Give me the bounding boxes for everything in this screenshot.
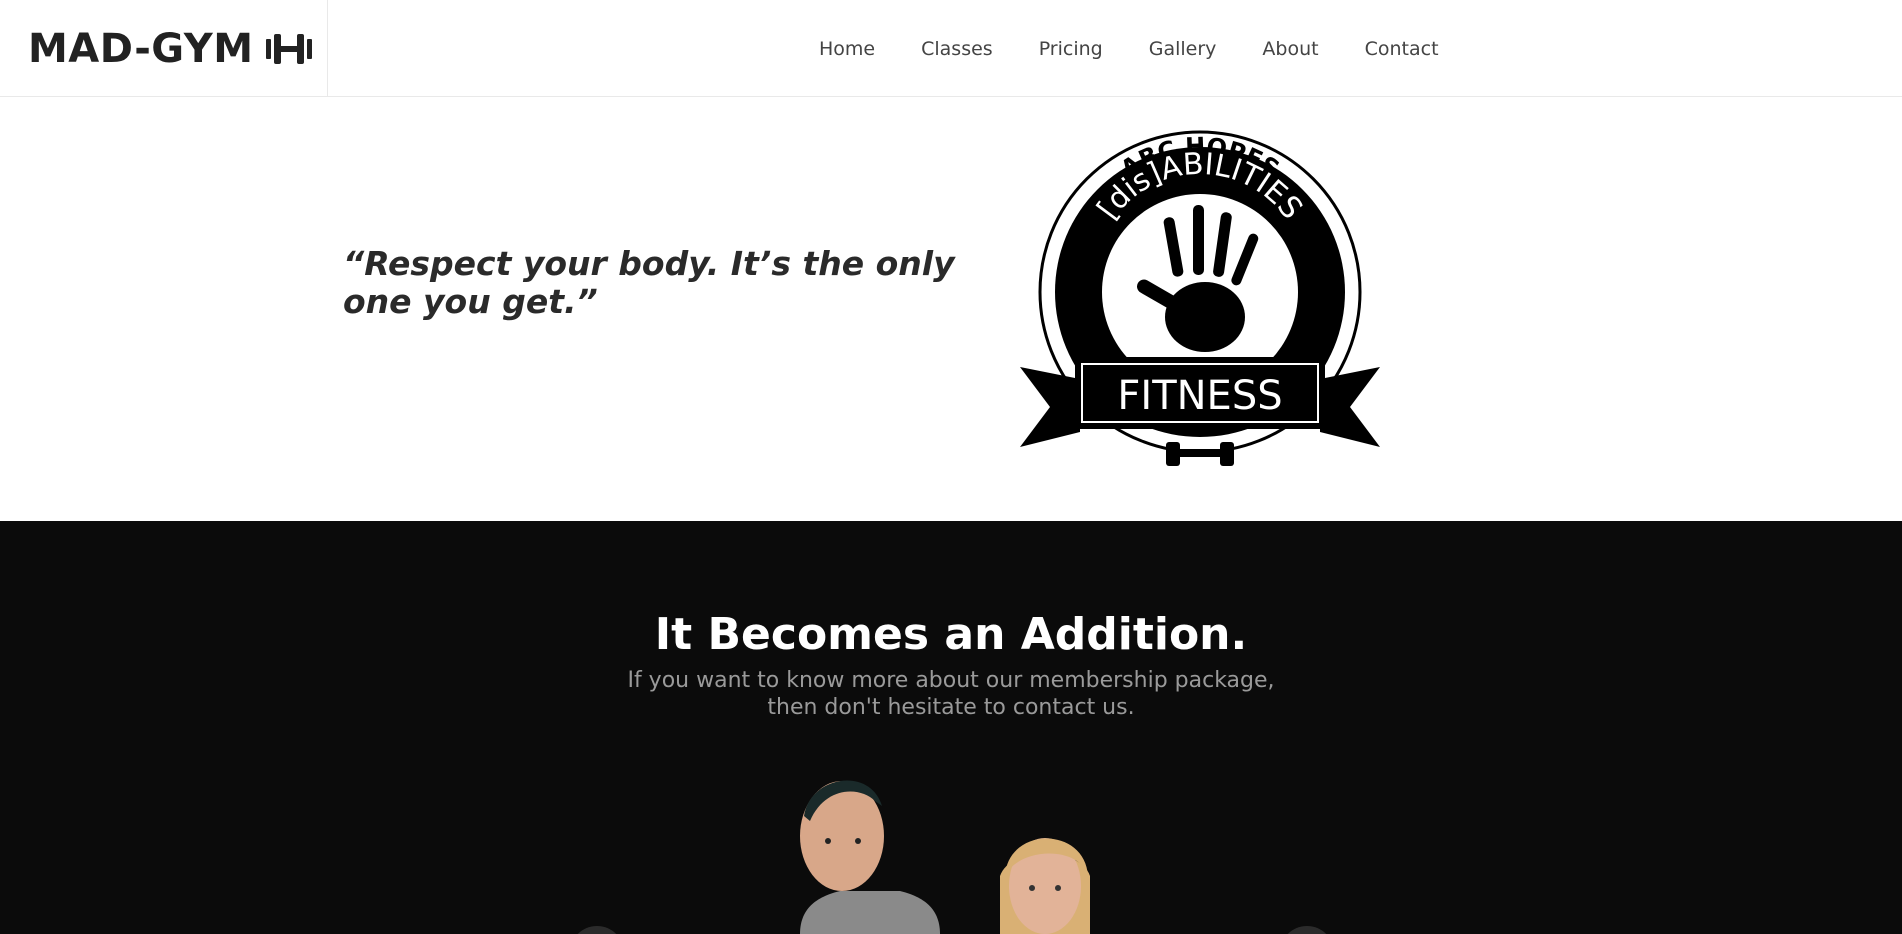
man-figure [800, 780, 940, 934]
dumbbell-icon [264, 31, 314, 67]
membership-subtitle-line2: then don't hesitate to contact us. [767, 695, 1135, 720]
trainers-image [780, 766, 1140, 934]
dumbbell-icon [1166, 442, 1234, 466]
quote-section: “Respect your body. It’s the only one yo… [0, 97, 1902, 521]
nav-pricing[interactable]: Pricing [1039, 38, 1103, 60]
membership-title: It Becomes an Addition. [654, 609, 1248, 660]
logo-banner-text: FITNESS [1117, 373, 1282, 419]
main-nav: Home Classes Pricing Gallery About Conta… [819, 0, 1485, 97]
nav-home[interactable]: Home [819, 38, 875, 60]
nav-about[interactable]: About [1262, 38, 1318, 60]
carousel-next-button[interactable] [1280, 926, 1334, 934]
membership-subtitle-line1: If you want to know more about our membe… [627, 668, 1275, 693]
membership-section: It Becomes an Addition. If you want to k… [0, 521, 1902, 934]
fitness-logo: ABC HOPES [dis]ABILITIES FITNESS [1020, 117, 1380, 467]
brand-logo[interactable]: MAD-GYM [0, 0, 328, 97]
site-header: MAD-GYM Home Classes Pricing Gallery Abo… [0, 0, 1902, 97]
brand-name: MAD-GYM [28, 25, 254, 72]
nav-classes[interactable]: Classes [921, 38, 993, 60]
nav-gallery[interactable]: Gallery [1149, 38, 1217, 60]
nav-contact[interactable]: Contact [1365, 38, 1439, 60]
woman-figure [1000, 838, 1090, 934]
membership-subtitle: If you want to know more about our membe… [611, 667, 1291, 721]
carousel-prev-button[interactable] [570, 926, 624, 934]
hero-quote: “Respect your body. It’s the only one yo… [343, 244, 955, 321]
